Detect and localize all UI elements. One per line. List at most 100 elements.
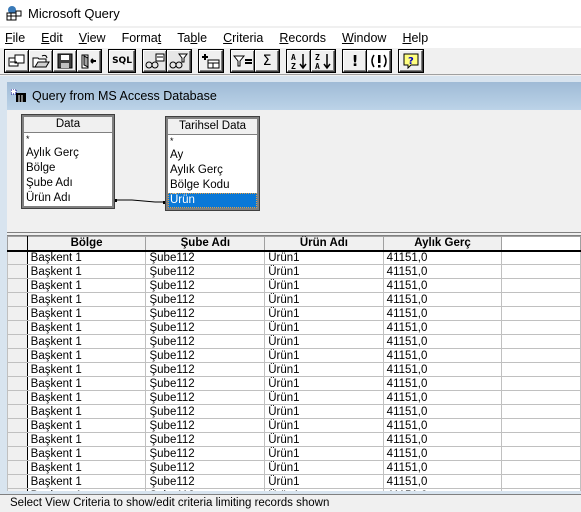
- grid-cell[interactable]: Şube112: [145, 362, 266, 377]
- show-criteria-button[interactable]: [166, 49, 192, 73]
- row-selector[interactable]: [7, 278, 28, 293]
- row-selector[interactable]: [7, 306, 28, 321]
- field-item[interactable]: Ay: [168, 148, 257, 163]
- grid-cell[interactable]: Ürün1: [264, 376, 384, 391]
- sql-button[interactable]: SQL: [108, 49, 136, 73]
- grid-cell[interactable]: Şube112: [145, 404, 266, 419]
- grid-cell[interactable]: Başkent 1: [26, 488, 147, 491]
- empty-column-header[interactable]: [501, 236, 581, 252]
- help-button[interactable]: ?: [398, 49, 424, 73]
- column-header[interactable]: Şube Adı: [145, 236, 266, 252]
- grid-cell[interactable]: Şube112: [145, 334, 266, 349]
- menu-table[interactable]: Table: [175, 31, 209, 45]
- grid-cell[interactable]: Başkent 1: [26, 376, 147, 391]
- table-data-header[interactable]: Data: [24, 117, 112, 133]
- grid-cell[interactable]: Ürün1: [264, 460, 384, 475]
- grid-cell[interactable]: Ürün1: [264, 446, 384, 461]
- grid-cell[interactable]: 41151,0: [382, 474, 503, 489]
- row-selector[interactable]: [7, 418, 28, 433]
- menu-records[interactable]: Records: [277, 31, 328, 45]
- column-header[interactable]: Ürün Adı: [264, 236, 384, 252]
- grid-cell[interactable]: Şube112: [145, 320, 266, 335]
- row-selector[interactable]: [7, 320, 28, 335]
- grid-cell[interactable]: 41151,0: [382, 404, 503, 419]
- return-data-button[interactable]: [76, 49, 102, 73]
- field-item[interactable]: *: [168, 135, 257, 148]
- field-item[interactable]: Bölge: [24, 161, 112, 176]
- grid-cell[interactable]: Ürün1: [264, 264, 384, 279]
- grid-cell[interactable]: Ürün1: [264, 418, 384, 433]
- grid-cell[interactable]: 41151,0: [382, 306, 503, 321]
- grid-cell[interactable]: Başkent 1: [26, 404, 147, 419]
- row-selector[interactable]: [7, 488, 28, 491]
- menu-view[interactable]: View: [77, 31, 108, 45]
- grid-cell[interactable]: 41151,0: [382, 488, 503, 491]
- field-item[interactable]: Aylık Gerç: [168, 163, 257, 178]
- grid-cell[interactable]: Şube112: [145, 376, 266, 391]
- grid-cell[interactable]: Ürün1: [264, 404, 384, 419]
- save-button[interactable]: [52, 49, 78, 73]
- column-header[interactable]: Aylık Gerç: [382, 236, 503, 252]
- grid-cell[interactable]: Ürün1: [264, 292, 384, 307]
- grid-cell[interactable]: 41151,0: [382, 250, 503, 265]
- grid-cell[interactable]: Şube112: [145, 306, 266, 321]
- grid-cell[interactable]: Şube112: [145, 418, 266, 433]
- grid-cell[interactable]: Şube112: [145, 474, 266, 489]
- sort-ascending-button[interactable]: AZ: [286, 49, 312, 73]
- field-item[interactable]: Aylık Gerç: [24, 146, 112, 161]
- grid-cell[interactable]: Ürün1: [264, 250, 384, 265]
- field-item[interactable]: Bölge Kodu: [168, 178, 257, 193]
- add-tables-button[interactable]: [198, 49, 224, 73]
- grid-cell[interactable]: Şube112: [145, 278, 266, 293]
- row-selector[interactable]: [7, 362, 28, 377]
- row-selector[interactable]: [7, 376, 28, 391]
- grid-cell[interactable]: Başkent 1: [26, 292, 147, 307]
- grid-cell[interactable]: Başkent 1: [26, 348, 147, 363]
- show-tables-button[interactable]: [142, 49, 168, 73]
- grid-cell[interactable]: Şube112: [145, 292, 266, 307]
- row-selector[interactable]: [7, 264, 28, 279]
- grid-cell[interactable]: 41151,0: [382, 278, 503, 293]
- grid-cell[interactable]: Şube112: [145, 446, 266, 461]
- grid-cell[interactable]: 41151,0: [382, 362, 503, 377]
- grid-cell[interactable]: Ürün1: [264, 320, 384, 335]
- grid-cell[interactable]: Başkent 1: [26, 250, 147, 265]
- query-now-button[interactable]: !: [342, 49, 368, 73]
- grid-cell[interactable]: Ürün1: [264, 362, 384, 377]
- query-window-title-bar[interactable]: Query from MS Access Database: [7, 82, 581, 110]
- grid-cell[interactable]: Şube112: [145, 264, 266, 279]
- row-selector[interactable]: [7, 474, 28, 489]
- select-all-corner[interactable]: [7, 236, 28, 252]
- grid-cell[interactable]: 41151,0: [382, 334, 503, 349]
- row-selector[interactable]: [7, 334, 28, 349]
- row-selector[interactable]: [7, 250, 28, 265]
- field-item-selected[interactable]: Ürün: [168, 193, 257, 208]
- grid-cell[interactable]: Başkent 1: [26, 418, 147, 433]
- grid-cell[interactable]: Başkent 1: [26, 390, 147, 405]
- menu-format[interactable]: Format: [120, 31, 164, 45]
- grid-cell[interactable]: Şube112: [145, 432, 266, 447]
- row-selector[interactable]: [7, 460, 28, 475]
- grid-cell[interactable]: Şube112: [145, 250, 266, 265]
- grid-cell[interactable]: Başkent 1: [26, 474, 147, 489]
- field-item[interactable]: *: [24, 133, 112, 146]
- field-item[interactable]: Ürün Adı: [24, 191, 112, 206]
- grid-cell[interactable]: Ürün1: [264, 474, 384, 489]
- grid-cell[interactable]: Ürün1: [264, 390, 384, 405]
- sort-descending-button[interactable]: ZA: [310, 49, 336, 73]
- grid-cell[interactable]: 41151,0: [382, 418, 503, 433]
- grid-cell[interactable]: Şube112: [145, 488, 266, 491]
- grid-cell[interactable]: Başkent 1: [26, 320, 147, 335]
- grid-cell[interactable]: Ürün1: [264, 278, 384, 293]
- grid-cell[interactable]: Şube112: [145, 460, 266, 475]
- grid-cell[interactable]: 41151,0: [382, 460, 503, 475]
- grid-cell[interactable]: Şube112: [145, 348, 266, 363]
- grid-cell[interactable]: Başkent 1: [26, 306, 147, 321]
- grid-cell[interactable]: 41151,0: [382, 390, 503, 405]
- auto-query-button[interactable]: [366, 49, 392, 73]
- grid-cell[interactable]: Ürün1: [264, 348, 384, 363]
- column-header[interactable]: Bölge: [26, 236, 147, 252]
- grid-cell[interactable]: Başkent 1: [26, 264, 147, 279]
- cycle-totals-button[interactable]: Σ: [254, 49, 280, 73]
- menu-edit[interactable]: Edit: [39, 31, 65, 45]
